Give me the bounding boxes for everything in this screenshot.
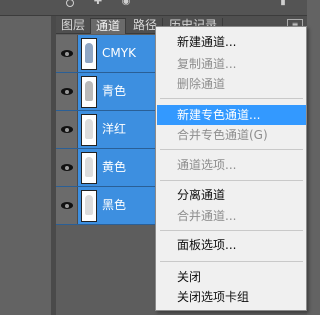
tab-layers[interactable]: 图层 bbox=[56, 18, 92, 34]
menu-item-merge-channels[interactable]: 合并通道... bbox=[157, 206, 306, 226]
channel-thumbnail bbox=[81, 76, 97, 108]
toolbar-add-icon[interactable]: ✚ bbox=[90, 0, 106, 8]
channel-thumbnail bbox=[81, 190, 97, 222]
channel-label: 洋红 bbox=[102, 122, 127, 136]
visibility-eye-icon[interactable] bbox=[56, 111, 78, 148]
channel-label: 黄色 bbox=[102, 160, 127, 174]
channels-context-menu: 新建通道... 复制通道... 删除通道 新建专色通道... 合并专色通道(G)… bbox=[155, 26, 307, 311]
menu-separator bbox=[160, 230, 303, 231]
channel-thumbnail bbox=[81, 152, 97, 184]
channel-label: CMYK bbox=[102, 46, 136, 60]
menu-item-new-channel[interactable]: 新建通道... bbox=[157, 32, 306, 52]
channel-thumbnail bbox=[81, 38, 97, 70]
visibility-eye-icon[interactable] bbox=[56, 35, 78, 72]
menu-item-new-spot-channel[interactable]: 新建专色通道... bbox=[157, 105, 306, 125]
menu-item-panel-options[interactable]: 面板选项... bbox=[157, 235, 306, 255]
channel-thumbnail bbox=[81, 114, 97, 146]
toolbar-circle-icon[interactable] bbox=[66, 0, 74, 7]
visibility-eye-icon[interactable] bbox=[56, 187, 78, 224]
menu-separator bbox=[160, 98, 303, 99]
visibility-eye-icon[interactable] bbox=[56, 149, 78, 186]
toolbar-trash-icon[interactable]: ▮ bbox=[275, 0, 291, 8]
menu-item-split-channels[interactable]: 分离通道 bbox=[157, 185, 306, 205]
toolbar-mask-icon[interactable]: ◉ bbox=[118, 0, 134, 8]
channel-label: 青色 bbox=[102, 84, 127, 98]
menu-separator bbox=[160, 149, 303, 150]
tab-channels[interactable]: 通道 bbox=[90, 18, 127, 34]
menu-item-delete-channel[interactable]: 删除通道 bbox=[157, 74, 306, 94]
menu-separator bbox=[160, 261, 303, 262]
toolbar: ✚ ◉ ▮ bbox=[0, 0, 307, 16]
menu-item-channel-options[interactable]: 通道选项... bbox=[157, 155, 306, 175]
menu-item-close[interactable]: 关闭 bbox=[157, 267, 306, 287]
menu-item-duplicate-channel[interactable]: 复制通道... bbox=[157, 54, 306, 74]
visibility-eye-icon[interactable] bbox=[56, 73, 78, 110]
channel-label: 黑色 bbox=[102, 198, 127, 212]
menu-item-merge-spot-channel[interactable]: 合并专色通道(G) bbox=[157, 125, 306, 145]
menu-item-close-tab-group[interactable]: 关闭选项卡组 bbox=[157, 287, 306, 307]
menu-separator bbox=[160, 180, 303, 181]
